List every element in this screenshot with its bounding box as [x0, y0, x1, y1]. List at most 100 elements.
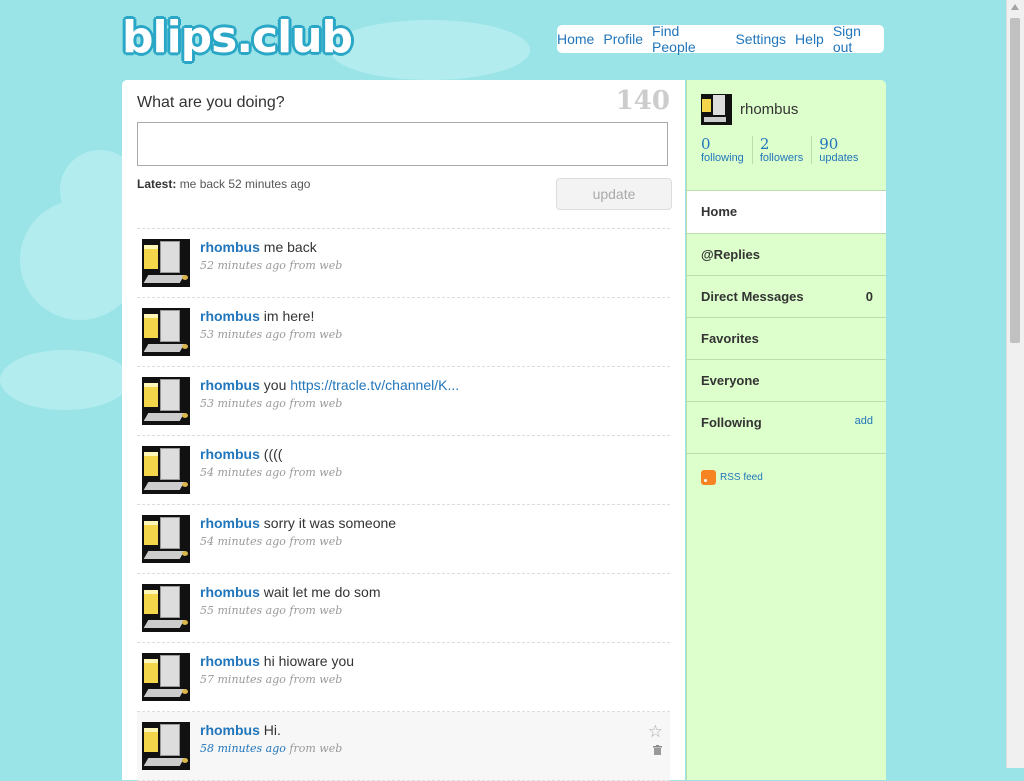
tweet-timestamp[interactable]: 54 minutes ago — [200, 466, 286, 479]
stat-label: followers — [759, 152, 804, 164]
tweet-link[interactable]: https://tracle.tv/channel/K... — [290, 377, 459, 393]
tweet-meta: 54 minutes ago from web — [200, 535, 342, 548]
nav-settings[interactable]: Settings — [735, 31, 786, 47]
background-cloud — [330, 20, 530, 80]
tweet-row: rhombus hi hioware you 57 minutes ago fro… — [137, 643, 670, 712]
tweet-timestamp[interactable]: 54 minutes ago — [200, 535, 286, 548]
latest-status: Latest: me back 52 minutes ago — [137, 177, 310, 191]
tweet-source: from web — [289, 604, 343, 617]
scrollbar[interactable] — [1006, 0, 1024, 768]
tweet-meta: 52 minutes ago from web — [200, 259, 342, 272]
background-cloud — [0, 350, 130, 410]
tweet-source: from web — [289, 259, 343, 272]
sidebar-username[interactable]: rhombus — [740, 101, 798, 118]
avatar[interactable] — [142, 377, 190, 425]
tweet-text: rhombus me back — [200, 239, 317, 255]
tweet-message: (((( — [263, 446, 283, 462]
tweet-text: rhombus (((( — [200, 446, 282, 462]
tweet-message: Hi. — [263, 722, 281, 738]
avatar[interactable] — [142, 722, 190, 770]
rss-icon — [701, 470, 716, 485]
rss-label: RSS feed — [720, 472, 763, 483]
tweet-username[interactable]: rhombus — [200, 446, 260, 462]
tweet-source: from web — [289, 535, 343, 548]
delete-trash-icon[interactable] — [653, 745, 662, 755]
sidebar-item-favorites[interactable]: Favorites — [687, 317, 886, 359]
avatar[interactable] — [701, 94, 732, 125]
tweet-text: rhombus wait let me do som — [200, 584, 381, 600]
rss-feed-link[interactable]: RSS feed — [701, 470, 763, 485]
latest-label: Latest: — [137, 177, 177, 191]
scroll-thumb[interactable] — [1010, 18, 1020, 343]
tweet-username[interactable]: rhombus — [200, 584, 260, 600]
timeline: rhombus me back 52 minutes ago from web rh… — [137, 229, 670, 781]
tweet-timestamp[interactable]: 52 minutes ago — [200, 259, 286, 272]
tweet-row: rhombus Hi. 58 minutes ago from web ☆ — [137, 712, 670, 781]
tweet-username[interactable]: rhombus — [200, 377, 260, 393]
tweet-timestamp[interactable]: 57 minutes ago — [200, 673, 286, 686]
site-logo[interactable]: blips.club — [122, 12, 353, 63]
nav-help[interactable]: Help — [795, 31, 824, 47]
tweet-timestamp[interactable]: 53 minutes ago — [200, 328, 286, 341]
tweet-timestamp[interactable]: 55 minutes ago — [200, 604, 286, 617]
tweet-meta: 53 minutes ago from web — [200, 397, 342, 410]
nav-find-people[interactable]: Find People — [652, 23, 726, 55]
tweet-username[interactable]: rhombus — [200, 308, 260, 324]
sidebar-item-replies[interactable]: @Replies — [687, 233, 886, 275]
avatar[interactable] — [142, 446, 190, 494]
message-count: 0 — [865, 289, 873, 304]
latest-text: me back 52 minutes ago — [179, 177, 311, 191]
stat-following[interactable]: 0 following — [701, 136, 753, 164]
update-button[interactable]: update — [556, 178, 672, 210]
sidebar-item-home[interactable]: Home — [687, 190, 886, 233]
tweet-text: rhombus hi hioware you — [200, 653, 354, 669]
top-nav: Home Profile Find People Settings Help S… — [557, 23, 884, 55]
sidebar-item-label: Following — [701, 415, 762, 430]
tweet-meta: 55 minutes ago from web — [200, 604, 342, 617]
add-following-link[interactable]: add — [855, 415, 873, 427]
tweet-source: from web — [289, 673, 343, 686]
tweet-username[interactable]: rhombus — [200, 515, 260, 531]
sidebar: rhombus 0 following 2 followers 90 updat… — [686, 80, 886, 780]
avatar[interactable] — [142, 653, 190, 701]
tweet-text: rhombus Hi. — [200, 722, 281, 738]
tweet-timestamp[interactable]: 53 minutes ago — [200, 397, 286, 410]
stat-followers[interactable]: 2 followers — [759, 136, 813, 164]
sidebar-item-label: Home — [701, 204, 738, 219]
avatar[interactable] — [142, 239, 190, 287]
favorite-star-icon[interactable]: ☆ — [648, 722, 663, 742]
sidebar-item-direct-messages[interactable]: Direct Messages 0 — [687, 275, 886, 317]
tweet-row: rhombus me back 52 minutes ago from web — [137, 229, 670, 298]
stat-updates[interactable]: 90 updates — [819, 136, 866, 164]
tweet-message: im here! — [263, 308, 315, 324]
sidebar-item-everyone[interactable]: Everyone — [687, 359, 886, 401]
nav-profile[interactable]: Profile — [603, 31, 643, 47]
nav-home[interactable]: Home — [557, 31, 594, 47]
tweet-username[interactable]: rhombus — [200, 653, 260, 669]
sidebar-item-label: Direct Messages — [701, 289, 804, 304]
status-input[interactable] — [137, 122, 668, 166]
tweet-username[interactable]: rhombus — [200, 239, 260, 255]
tweet-source: from web — [289, 742, 343, 755]
avatar[interactable] — [142, 515, 190, 563]
sidebar-item-label: @Replies — [701, 247, 760, 262]
tweet-source: from web — [289, 397, 343, 410]
sidebar-item-label: Favorites — [701, 331, 759, 346]
tweet-text: rhombus you https://tracle.tv/channel/K.… — [200, 377, 459, 393]
tweet-message: hi hioware you — [263, 653, 355, 669]
tweet-row: rhombus sorry it was someone 54 minutes a… — [137, 505, 670, 574]
avatar[interactable] — [142, 308, 190, 356]
tweet-meta: 58 minutes ago from web — [200, 742, 342, 755]
status-prompt: What are you doing? — [137, 94, 285, 111]
tweet-row: rhombus wait let me do som 55 minutes ago… — [137, 574, 670, 643]
nav-sign-out[interactable]: Sign out — [833, 23, 884, 55]
tweet-source: from web — [289, 328, 343, 341]
scroll-up-arrow-icon[interactable] — [1011, 4, 1019, 10]
tweet-row: rhombus im here! 53 minutes ago from web — [137, 298, 670, 367]
tweet-timestamp[interactable]: 58 minutes ago — [200, 742, 286, 755]
sidebar-item-following[interactable]: Following add — [687, 401, 886, 454]
avatar[interactable] — [142, 584, 190, 632]
sidebar-item-label: Everyone — [701, 373, 760, 388]
tweet-meta: 54 minutes ago from web — [200, 466, 342, 479]
tweet-username[interactable]: rhombus — [200, 722, 260, 738]
